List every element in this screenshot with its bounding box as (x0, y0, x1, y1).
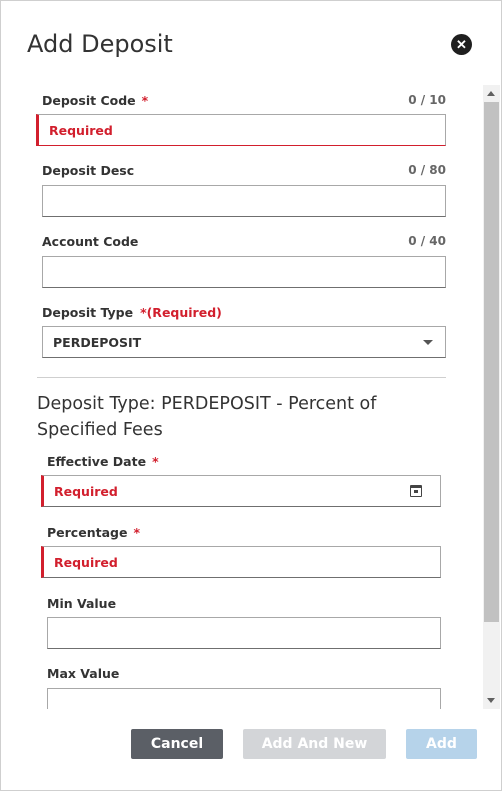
required-star: * (152, 454, 159, 469)
section-divider (37, 377, 446, 378)
deposit-type-label-text: Deposit Type (42, 305, 134, 320)
effective-date-required-text: Required (54, 483, 118, 499)
effective-date-label: Effective Date * (47, 454, 159, 469)
required-star: * (141, 93, 149, 108)
percentage-label: Percentage * (47, 525, 140, 540)
add-and-new-button[interactable]: Add And New (243, 729, 386, 759)
dialog-title: Add Deposit (27, 30, 173, 58)
add-deposit-dialog: Add Deposit ✕ Deposit Code * 0 / 10 Requi… (0, 0, 502, 791)
deposit-desc-input[interactable] (42, 185, 446, 217)
deposit-code-counter: 0 / 10 (408, 93, 446, 107)
account-code-input[interactable] (42, 256, 446, 288)
max-value-input[interactable] (47, 688, 441, 709)
deposit-type-label: Deposit Type *(Required) (42, 305, 222, 320)
cancel-button[interactable]: Cancel (131, 729, 223, 759)
deposit-code-required-text: Required (49, 122, 113, 138)
close-button[interactable]: ✕ (451, 34, 472, 55)
deposit-desc-label: Deposit Desc (42, 163, 135, 178)
form-scroll-area: Deposit Code * 0 / 10 Required Deposit De… (25, 85, 481, 709)
scroll-down-icon[interactable] (487, 698, 495, 703)
calendar-icon[interactable] (410, 485, 422, 497)
add-button[interactable]: Add (406, 729, 477, 759)
min-value-label: Min Value (47, 596, 117, 611)
chevron-down-icon (423, 340, 433, 345)
deposit-code-label-text: Deposit Code (42, 93, 136, 108)
deposit-type-required-mark: *(Required) (140, 305, 222, 320)
account-code-label: Account Code (42, 234, 139, 249)
scroll-thumb[interactable] (484, 102, 499, 622)
percentage-input[interactable]: Required (41, 546, 441, 578)
account-code-counter: 0 / 40 (408, 234, 446, 248)
scroll-up-icon[interactable] (487, 91, 495, 96)
required-star: * (133, 525, 140, 540)
deposit-type-select[interactable]: PERDEPOSIT (42, 326, 446, 358)
section-title: Deposit Type: PERDEPOSIT - Percent of Sp… (37, 394, 377, 440)
deposit-type-selected: PERDEPOSIT (53, 334, 142, 350)
min-value-input[interactable] (47, 617, 441, 649)
percentage-required-text: Required (54, 554, 118, 570)
percentage-label-text: Percentage (47, 525, 128, 540)
close-icon: ✕ (456, 36, 467, 52)
deposit-code-input[interactable]: Required (36, 114, 446, 146)
scrollbar[interactable] (483, 85, 500, 709)
max-value-label: Max Value (47, 666, 120, 681)
effective-date-input[interactable]: Required (41, 475, 441, 507)
deposit-code-label: Deposit Code * (42, 93, 148, 108)
deposit-desc-counter: 0 / 80 (408, 163, 446, 177)
effective-date-label-text: Effective Date (47, 454, 147, 469)
